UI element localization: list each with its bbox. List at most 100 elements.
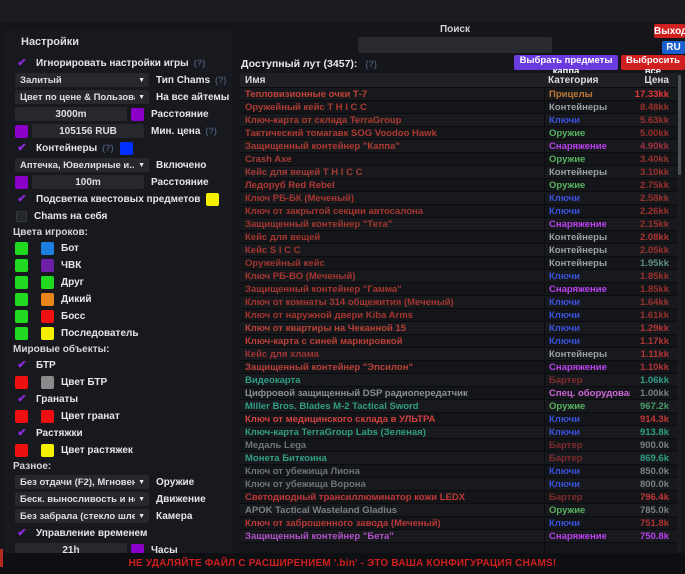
select-kappa-items-button[interactable]: Выбрать предметы каппа	[514, 55, 618, 70]
color-swatch-secondary[interactable]	[41, 327, 54, 340]
color-swatch-primary[interactable]	[15, 310, 28, 323]
input-min-price[interactable]: 105156 RUB	[32, 124, 144, 138]
table-row[interactable]: Медаль LegaБартер900.0k	[240, 439, 677, 452]
dropdown-value: Аптечка, Ювелирные и...	[20, 160, 135, 171]
color-swatch-primary[interactable]	[15, 259, 28, 272]
table-row[interactable]: APOK Tactical Wasteland GladiusОружие785…	[240, 504, 677, 517]
table-row[interactable]: Ключ-карта с синей маркировкойКлючи1.17k…	[240, 335, 677, 348]
table-row[interactable]: Ключ РБ-ВО (Меченый)Ключи1.85kk	[240, 270, 677, 283]
item-name: Ключ от закрытой секции автосалона	[240, 206, 544, 217]
color-swatch-secondary[interactable]	[41, 444, 54, 457]
item-price: 17.33kk	[630, 89, 677, 100]
table-row[interactable]: Кейс для вещейКонтейнеры2.08kk	[240, 231, 677, 244]
color-swatch-secondary[interactable]	[41, 376, 54, 389]
table-row[interactable]: Miller Bros. Blades M-2 Tactical SwordОр…	[240, 400, 677, 413]
table-row[interactable]: Защищенный контейнер "Бета"Снаряжение750…	[240, 530, 677, 543]
dropdown-label: Движение	[156, 494, 206, 505]
color-swatch-primary[interactable]	[15, 293, 28, 306]
dropdown-label: Тип Chams	[156, 75, 210, 86]
table-row[interactable]: Оружейный кейс T H I C CКонтейнеры8.48kk	[240, 101, 677, 114]
table-row[interactable]: Ледоруб Red RebelОружие2.75kk	[240, 179, 677, 192]
table-row[interactable]: Цифровой защищенный DSP радиопередатчикС…	[240, 387, 677, 400]
table-row[interactable]	[240, 543, 677, 553]
table-row[interactable]: Ключ от наружной двери Kiba ArmsКлючи1.6…	[240, 309, 677, 322]
checkmark-icon[interactable]: ✔	[15, 142, 29, 154]
table-row[interactable]: Защищенный контейнер "Эпсилон"Снаряжение…	[240, 361, 677, 374]
drop-all-button[interactable]: Выбросить все	[621, 55, 685, 70]
item-category: Ключи	[544, 426, 630, 438]
table-row[interactable]: Защищенный контейнер "Тета"Снаряжение2.1…	[240, 218, 677, 231]
table-row[interactable]: Оружейный кейсКонтейнеры1.95kk	[240, 257, 677, 270]
column-name[interactable]: Имя	[240, 75, 544, 86]
table-row[interactable]: Светодиодный трансиллюминатор кожи LEDXБ…	[240, 491, 677, 504]
table-row[interactable]: Тактический томагавк SOG Voodoo HawkОруж…	[240, 127, 677, 140]
scrollbar-thumb[interactable]	[678, 75, 681, 175]
color-swatch-primary[interactable]	[15, 276, 28, 289]
checkmark-icon[interactable]: ✔	[15, 427, 29, 439]
checkbox-empty[interactable]	[16, 211, 27, 222]
table-row[interactable]: Ключ от закрытой секции автосалонаКлючи2…	[240, 205, 677, 218]
column-category[interactable]: Категория	[544, 75, 630, 86]
item-name: Кейс для хлама	[240, 349, 544, 360]
column-price[interactable]: Цена	[630, 75, 677, 86]
table-row[interactable]: ВидеокартаБартер1.06kk	[240, 374, 677, 387]
color-swatch-primary[interactable]	[15, 242, 28, 255]
color-swatch-secondary[interactable]	[41, 242, 54, 255]
item-category: Снаряжение	[544, 361, 630, 373]
color-swatch-primary[interactable]	[15, 327, 28, 340]
item-category: Бартер	[544, 452, 630, 464]
checkmark-icon[interactable]: ✔	[15, 527, 29, 539]
exit-button[interactable]: Выход	[654, 24, 685, 38]
checkmark-icon[interactable]: ✔	[15, 57, 29, 69]
checkmark-icon[interactable]: ✔	[15, 193, 29, 205]
search-input[interactable]	[358, 37, 552, 53]
chevron-down-icon: ▼	[138, 479, 145, 486]
table-row[interactable]: Монета БиткоинаБартер869.6k	[240, 452, 677, 465]
checkmark-icon[interactable]: ✔	[15, 393, 29, 405]
checkmark-icon[interactable]: ✔	[15, 359, 29, 371]
dropdown-movement-mods[interactable]: Беск. выносливость и нет уста▼	[15, 492, 149, 506]
color-swatch-primary[interactable]	[15, 410, 28, 423]
color-swatch[interactable]	[120, 142, 133, 155]
settings-section-world-objects: Мировые объекты:	[13, 343, 233, 356]
color-swatch-secondary[interactable]	[41, 310, 54, 323]
input-container-distance[interactable]: 100m	[32, 175, 144, 189]
item-price: 2.15kk	[630, 219, 677, 230]
dropdown-item-color-mode[interactable]: Цвет по цене & Пользователь▼	[15, 90, 149, 104]
color-swatch-secondary[interactable]	[41, 276, 54, 289]
table-scrollbar[interactable]	[677, 73, 682, 553]
table-row[interactable]: Ключ от убежища ВоронаКлючи800.0k	[240, 478, 677, 491]
color-swatch[interactable]	[131, 108, 144, 121]
table-row[interactable]: Crash AxeОружие3.40kk	[240, 153, 677, 166]
table-row[interactable]: Защищенный контейнер "Гамма"Снаряжение1.…	[240, 283, 677, 296]
color-swatch[interactable]	[15, 176, 28, 189]
color-swatch-primary[interactable]	[15, 376, 28, 389]
table-row[interactable]: Ключ-карта от склада TerraGroupКлючи5.63…	[240, 114, 677, 127]
color-swatch[interactable]	[206, 193, 219, 206]
settings-item-chams-type: Залитый▼Тип Chams(?)	[13, 73, 233, 87]
table-row[interactable]: Ключ от комнаты 314 общежития (Меченый)К…	[240, 296, 677, 309]
item-name: Ключ-карта с синей маркировкой	[240, 336, 544, 347]
table-row[interactable]: Ключ от квартиры на Чеканной 15Ключи1.29…	[240, 322, 677, 335]
table-row[interactable]: Тепловизионные очки Т-7Прицелы17.33kk	[240, 88, 677, 101]
table-row[interactable]: Кейс S I C CКонтейнеры2.05kk	[240, 244, 677, 257]
dropdown-camera-mods[interactable]: Без забрала (стекло шлема)▼	[15, 509, 149, 523]
color-swatch[interactable]	[15, 125, 28, 138]
color-swatch-secondary[interactable]	[41, 410, 54, 423]
table-row[interactable]: Кейс для вещей T H I C CКонтейнеры3.10kk	[240, 166, 677, 179]
input-item-distance[interactable]: 3000m	[15, 107, 127, 121]
table-row[interactable]: Ключ от заброшенного завода (Меченый)Клю…	[240, 517, 677, 530]
dropdown-chams-type[interactable]: Залитый▼	[15, 73, 149, 87]
color-swatch-primary[interactable]	[15, 444, 28, 457]
dropdown-container-types[interactable]: Аптечка, Ювелирные и...▼	[15, 158, 149, 172]
table-row[interactable]: Защищенный контейнер "Каппа"Снаряжение4.…	[240, 140, 677, 153]
table-row[interactable]: Ключ от медицинского склада в УЛЬТРАКлюч…	[240, 413, 677, 426]
table-row[interactable]: Ключ от убежища ЛионаКлючи850.0k	[240, 465, 677, 478]
table-row[interactable]: Ключ РБ-БК (Меченый)Ключи2.58kk	[240, 192, 677, 205]
table-row[interactable]: Ключ-карта TerraGroup Labs (Зеленая)Ключ…	[240, 426, 677, 439]
color-swatch-secondary[interactable]	[41, 293, 54, 306]
table-row[interactable]: Кейс для хламаКонтейнеры1.11kk	[240, 348, 677, 361]
color-swatch-secondary[interactable]	[41, 259, 54, 272]
dropdown-weapon-mods[interactable]: Без отдачи (F2), Мгновенное п▼	[15, 475, 149, 489]
language-button[interactable]: RU	[662, 41, 685, 54]
